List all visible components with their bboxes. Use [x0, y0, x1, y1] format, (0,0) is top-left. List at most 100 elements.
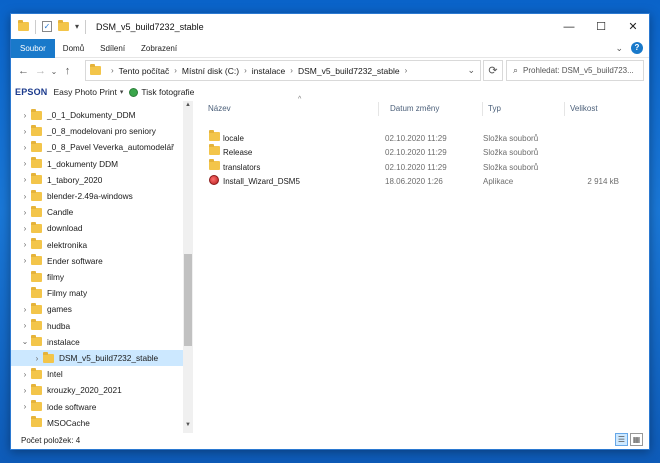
folder-icon: [31, 189, 42, 201]
tab-file[interactable]: Soubor: [11, 38, 55, 58]
chevron-right-icon[interactable]: ›: [19, 386, 31, 395]
properties-icon[interactable]: ✓: [42, 21, 52, 32]
nav-item-label: 1_tabory_2020: [47, 174, 103, 185]
search-box[interactable]: ⌕: [506, 60, 644, 81]
nav-item[interactable]: filmy: [11, 269, 183, 285]
nav-item-label: _0_8_Pavel Veverka_automodelář: [47, 142, 174, 153]
chevron-right-icon[interactable]: ›: [19, 143, 31, 152]
easy-photo-print-button[interactable]: Easy Photo Print ▾: [54, 87, 124, 97]
nav-item[interactable]: › _0_8_modelovani pro seniory: [11, 123, 183, 139]
tab-share[interactable]: Sdílení: [92, 39, 133, 58]
forward-arrow-icon[interactable]: →: [32, 65, 49, 77]
maximize-button[interactable]: ☐: [585, 14, 617, 39]
new-folder-icon[interactable]: [58, 20, 69, 31]
chevron-right-icon[interactable]: ›: [19, 321, 31, 330]
chevron-right-icon[interactable]: ›: [19, 159, 31, 168]
help-icon[interactable]: ?: [631, 42, 643, 54]
file-type: Složka souborů: [483, 162, 539, 172]
file-row[interactable]: Release 02.10.2020 11:29 Složka souborů: [207, 144, 627, 160]
file-type: Složka souborů: [483, 148, 539, 158]
nav-item[interactable]: ⌄ instalace: [11, 334, 183, 350]
nav-item[interactable]: Filmy maty: [11, 285, 183, 301]
breadcrumb-separator-icon[interactable]: ›: [174, 66, 177, 75]
file-row[interactable]: translators 02.10.2020 11:29 Složka soubor…: [207, 158, 627, 175]
refresh-button[interactable]: ⟳: [483, 60, 503, 81]
minimize-button[interactable]: —: [553, 14, 585, 39]
scroll-up-icon[interactable]: ▲: [183, 102, 193, 112]
epson-logo: EPSON: [15, 87, 48, 97]
chevron-right-icon[interactable]: ›: [19, 192, 31, 201]
file-date: 02.10.2020 11:29: [385, 134, 447, 143]
breadcrumb-local-disk[interactable]: Místní disk (C:): [182, 66, 239, 76]
nav-item-label: hudba: [47, 320, 71, 331]
customize-toolbar-icon[interactable]: ▾: [75, 22, 79, 31]
close-button[interactable]: ✕: [617, 14, 649, 39]
address-history-chevron-icon[interactable]: ⌄: [467, 65, 475, 76]
nav-item[interactable]: › download: [11, 220, 183, 236]
chevron-right-icon[interactable]: ›: [19, 127, 31, 136]
chevron-down-icon[interactable]: ⌄: [615, 43, 623, 54]
column-header-date[interactable]: Datum změny: [385, 102, 483, 116]
large-icons-view-icon[interactable]: ▦: [630, 433, 643, 446]
file-row[interactable]: Install_Wizard_DSM5 18.06.2020 1:26 Aplika…: [207, 174, 627, 189]
nav-item[interactable]: › games: [11, 301, 183, 317]
chevron-right-icon[interactable]: ›: [19, 256, 31, 265]
tab-view[interactable]: Zobrazení: [133, 39, 185, 58]
nav-item[interactable]: › DSM_v5_build7232_stable: [11, 350, 183, 366]
print-photo-button[interactable]: Tisk fotografie: [141, 87, 194, 97]
breadcrumb-this-pc[interactable]: Tento počítač: [119, 66, 170, 76]
nav-item[interactable]: › blender-2.49a-windows: [11, 188, 183, 204]
dropdown-arrow-icon[interactable]: ▾: [120, 88, 124, 96]
nav-item[interactable]: › hudba: [11, 318, 183, 334]
chevron-right-icon[interactable]: ›: [19, 175, 31, 184]
nav-item[interactable]: MSOCache: [11, 415, 183, 431]
breadcrumb-instalace[interactable]: instalace: [252, 66, 286, 76]
nav-item[interactable]: › lode software: [11, 399, 183, 415]
nav-item[interactable]: › _0_1_Dokumenty_DDM: [11, 107, 183, 123]
nav-item[interactable]: › Candle: [11, 204, 183, 220]
folder-icon: [209, 130, 220, 141]
file-row[interactable]: locale 02.10.2020 11:29 Složka souborů: [207, 130, 627, 146]
chevron-right-icon[interactable]: ›: [19, 224, 31, 233]
folder-icon: [43, 351, 54, 363]
nav-item[interactable]: › 1_tabory_2020: [11, 172, 183, 188]
breadcrumb-separator-icon[interactable]: ›: [111, 66, 114, 75]
nav-item-label: _0_8_modelovani pro seniory: [47, 126, 156, 137]
chevron-right-icon[interactable]: ›: [19, 370, 31, 379]
breadcrumb-current-folder[interactable]: DSM_v5_build7232_stable: [298, 66, 400, 76]
file-name: Install_Wizard_DSM5: [223, 176, 300, 186]
nav-item[interactable]: › krouzky_2020_2021: [11, 382, 183, 398]
status-bar: Počet položek: 4 ☰ ▦: [11, 431, 649, 449]
chevron-right-icon[interactable]: ›: [19, 111, 31, 120]
tab-home[interactable]: Domů: [55, 39, 92, 58]
chevron-right-icon[interactable]: ›: [19, 208, 31, 217]
column-header-name[interactable]: Název: [203, 102, 379, 116]
chevron-right-icon[interactable]: ›: [19, 240, 31, 249]
nav-item[interactable]: › elektronika: [11, 237, 183, 253]
chevron-right-icon[interactable]: ›: [19, 305, 31, 314]
column-header-type[interactable]: Typ: [483, 102, 565, 116]
back-arrow-icon[interactable]: ←: [15, 65, 32, 77]
breadcrumb-separator-icon[interactable]: ›: [290, 66, 293, 75]
chevron-right-icon[interactable]: ›: [19, 402, 31, 411]
up-arrow-icon[interactable]: ↑: [59, 65, 76, 77]
nav-item[interactable]: › 1_dokumenty DDM: [11, 156, 183, 172]
nav-item-label: _0_1_Dokumenty_DDM: [47, 110, 136, 120]
nav-item[interactable]: › Ender software: [11, 253, 183, 269]
nav-item[interactable]: › Intel: [11, 366, 183, 382]
address-bar[interactable]: › Tento počítač › Místní disk (C:) › ins…: [85, 60, 481, 81]
details-view-icon[interactable]: ☰: [615, 433, 628, 446]
nav-scrollbar[interactable]: ▲ ▼: [183, 101, 193, 433]
nav-item-label: Candle: [47, 207, 74, 218]
breadcrumb-separator-icon[interactable]: ›: [405, 66, 408, 75]
search-input[interactable]: [523, 66, 636, 75]
scrollbar-thumb[interactable]: [184, 254, 192, 346]
nav-item[interactable]: › _0_8_Pavel Veverka_automodelář: [11, 139, 183, 155]
recent-locations-icon[interactable]: ⌄: [49, 67, 59, 76]
column-header-size[interactable]: Velikost: [565, 102, 631, 116]
epson-toolbar: EPSON Easy Photo Print ▾ Tisk fotografie: [11, 84, 649, 100]
chevron-down-icon[interactable]: ⌄: [19, 337, 31, 346]
chevron-right-icon[interactable]: ›: [31, 354, 43, 363]
separator: [35, 19, 36, 34]
breadcrumb-separator-icon[interactable]: ›: [244, 66, 247, 75]
